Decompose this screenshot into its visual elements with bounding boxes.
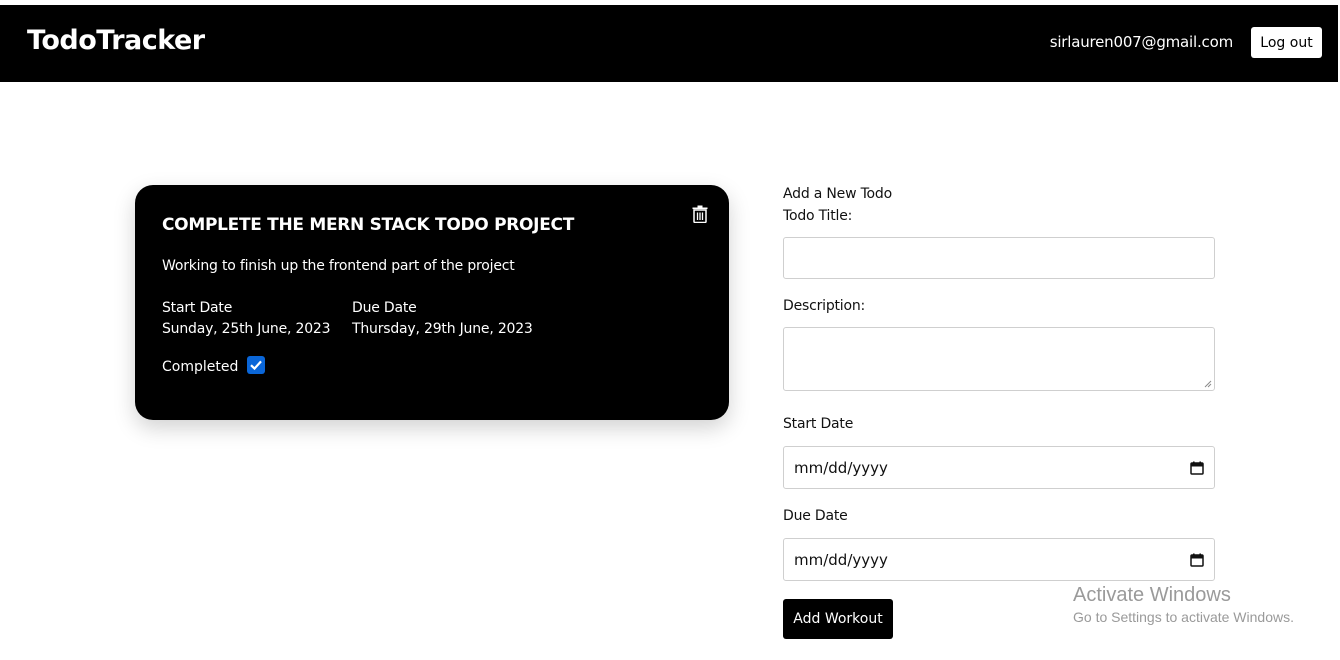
watermark-title: Activate Windows	[1073, 584, 1231, 606]
due-date-label: Due Date	[352, 300, 417, 316]
calendar-icon[interactable]	[1190, 461, 1204, 475]
todo-title: COMPLETE THE MERN STACK TODO PROJECT	[162, 215, 574, 235]
todo-card: COMPLETE THE MERN STACK TODO PROJECT Wor…	[135, 185, 729, 420]
todo-description: Working to finish up the frontend part o…	[162, 258, 515, 274]
start-date-label: Start Date	[162, 300, 233, 316]
add-workout-button[interactable]: Add Workout	[783, 599, 893, 639]
start-date-input[interactable]: mm/dd/yyyy	[783, 446, 1215, 489]
due-date-input[interactable]: mm/dd/yyyy	[783, 538, 1215, 581]
title-label: Todo Title:	[783, 208, 853, 224]
description-label: Description:	[783, 298, 866, 314]
watermark-subtitle: Go to Settings to activate Windows.	[1073, 609, 1294, 625]
due-date-placeholder: mm/dd/yyyy	[794, 550, 888, 569]
description-textarea[interactable]	[783, 327, 1215, 391]
completed-checkbox[interactable]	[247, 356, 266, 374]
trash-icon[interactable]	[692, 205, 708, 223]
checkmark-icon	[250, 360, 263, 371]
navbar: TodoTracker sirlauren007@gmail.com Log o…	[0, 5, 1338, 82]
completed-label: Completed	[162, 359, 239, 375]
due-date-group: Due Date Thursday, 29th June, 2023	[352, 298, 533, 340]
activate-windows-watermark: Activate Windows Go to Settings to activ…	[1073, 584, 1294, 625]
start-date-placeholder: mm/dd/yyyy	[794, 458, 888, 477]
brand-logo[interactable]: TodoTracker	[27, 25, 205, 56]
title-input[interactable]	[783, 237, 1215, 279]
resize-grip-icon[interactable]	[1204, 380, 1212, 388]
form-heading: Add a New Todo	[783, 186, 892, 202]
user-email: sirlauren007@gmail.com	[1049, 33, 1233, 51]
due-date-value: Thursday, 29th June, 2023	[352, 321, 533, 337]
start-date-value: Sunday, 25th June, 2023	[162, 321, 331, 337]
logout-button[interactable]: Log out	[1251, 27, 1322, 58]
start-date-form-label: Start Date	[783, 416, 854, 432]
start-date-group: Start Date Sunday, 25th June, 2023	[162, 298, 331, 340]
completed-row: Completed	[162, 356, 266, 376]
calendar-icon[interactable]	[1190, 553, 1204, 567]
due-date-form-label: Due Date	[783, 508, 848, 524]
